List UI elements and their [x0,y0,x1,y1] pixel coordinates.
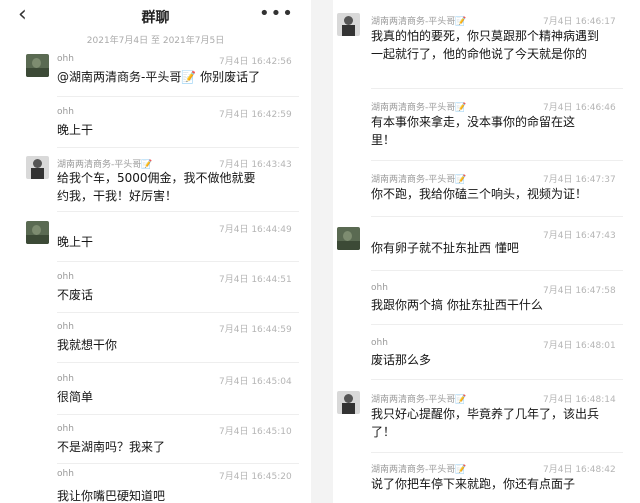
divider [57,96,299,97]
divider [371,270,623,271]
avatar[interactable] [337,13,360,36]
message-text: 你有卵子就不扯东扯西 懂吧 [371,241,519,255]
divider [371,160,623,161]
chat-message: 湖南两清商务-平头哥📝 7月4日 16:46:17 我真的怕的要死，你只莫跟那个… [333,10,633,85]
chat-message: 湖南两清商务-平头哥📝 7月4日 16:46:46 有本事你来拿走，没本事你的命… [333,96,633,156]
message-text: 我只好心提醒你，毕竟养了几年了，该出兵了！ [371,407,600,439]
chat-message: ohh 7月4日 16:48:01 废话那么多 [333,334,633,379]
sender-name: 湖南两清商务-平头哥📝 [371,17,467,27]
divider [57,211,299,212]
chat-message: ohh 7月4日 16:44:59 我就想干你 [0,318,311,363]
chat-message: ohh 7月4日 16:42:59 晚上干 [0,103,311,148]
avatar[interactable] [26,54,49,77]
divider [57,147,299,148]
timestamp: 7月4日 16:44:59 [219,325,292,335]
chat-header: ‹ 群聊 ••• [0,0,311,30]
divider [57,463,299,464]
sender-name: ohh [57,54,74,64]
divider [371,324,623,325]
avatar[interactable] [337,227,360,250]
message-text: 晚上干 [57,235,94,249]
sender-name: ohh [57,272,74,282]
timestamp: 7月4日 16:44:51 [219,275,292,285]
sender-name: 湖南两清商务-平头哥📝 [371,465,467,475]
message-text: 说了你把车停下来就跑，你还有点面子 [371,477,576,491]
chat-message: ohh 7月4日 16:44:51 不废话 [0,268,311,313]
divider [371,216,623,217]
date-range: 2021年7月4日 至 2021年7月5日 [86,36,225,46]
divider [371,88,623,89]
sender-name: ohh [371,283,388,293]
divider [57,312,299,313]
divider [371,452,623,453]
timestamp: 7月4日 16:46:46 [543,103,616,113]
sender-name: ohh [371,338,388,348]
message-text: 你不跑，我给你磕三个响头，视频为证！ [371,187,588,201]
divider [57,414,299,415]
chat-message: ohh 7月4日 16:45:20 我让你嘴巴硬知道吧 [0,469,311,503]
chat-message: 7月4日 16:44:49 晚上干 [0,218,311,263]
message-text: 我跟你两个搞 你扯东扯西干什么 [371,298,543,312]
chat-message: ohh 7月4日 16:45:04 很简单 [0,370,311,415]
divider [57,362,299,363]
timestamp: 7月4日 16:46:17 [543,17,616,27]
chat-message: ohh 7月4日 16:45:10 不是湖南吗？我来了 [0,420,311,465]
timestamp: 7月4日 16:47:37 [543,175,616,185]
screenshot-gap [311,0,333,503]
message-text: 我让你嘴巴硬知道吧 [57,489,166,503]
sender-name: ohh [57,424,74,434]
sender-name: ohh [57,374,74,384]
sender-name: 湖南两清商务-平头哥📝 [371,103,467,113]
message-text: 不废话 [57,288,94,302]
chat-message: ohh 7月4日 16:47:58 我跟你两个搞 你扯东扯西干什么 [333,279,633,324]
sender-name: ohh [57,107,74,117]
divider [57,261,299,262]
message-text: 我真的怕的要死，你只莫跟那个精神病遇到一起就行了，他的命他说了今天就是你的 [371,29,600,61]
message-text: 晚上干 [57,123,94,137]
message-text: 给我个车，5000佣金，我不做他就要约我，干我！好厉害！ [57,171,256,203]
message-text: 我就想干你 [57,338,118,352]
divider [371,379,623,380]
avatar[interactable] [26,221,49,244]
timestamp: 7月4日 16:42:59 [219,110,292,120]
timestamp: 7月4日 16:45:04 [219,377,292,387]
timestamp: 7月4日 16:48:14 [543,395,616,405]
chat-screenshot-right: 湖南两清商务-平头哥📝 7月4日 16:46:17 我真的怕的要死，你只莫跟那个… [333,0,633,503]
chat-message: ohh 7月4日 16:42:56 @湖南两清商务-平头哥📝 你别废话了 [0,50,311,106]
chat-message: 湖南两清商务-平头哥📝 7月4日 16:48:42 说了你把车停下来就跑，你还有… [333,458,633,503]
sender-name: 湖南两清商务-平头哥📝 [371,175,467,185]
chat-screenshot-left: ‹ 群聊 ••• 2021年7月4日 至 2021年7月5日 ohh 7月4日 … [0,0,311,503]
timestamp: 7月4日 16:48:01 [543,341,616,351]
message-text: 不是湖南吗？我来了 [57,440,166,454]
message-text: 很简单 [57,390,94,404]
timestamp: 7月4日 16:42:56 [219,57,292,67]
sender-name: 湖南两清商务-平头哥📝 [371,395,467,405]
avatar[interactable] [26,156,49,179]
chat-message: 湖南两清商务-平头哥📝 7月4日 16:43:43 给我个车，5000佣金，我不… [0,153,311,211]
timestamp: 7月4日 16:47:58 [543,286,616,296]
timestamp: 7月4日 16:45:10 [219,427,292,437]
chat-message: 湖南两清商务-平头哥📝 7月4日 16:48:14 我只好心提醒你，毕竟养了几年… [333,388,633,448]
message-text: 有本事你来拿走，没本事你的命留在这里！ [371,115,576,147]
more-dots-icon[interactable]: ••• [259,2,294,26]
chat-message: 7月4日 16:47:43 你有卵子就不扯东扯西 懂吧 [333,224,633,269]
message-text: @湖南两清商务-平头哥📝 你别废话了 [57,70,261,84]
timestamp: 7月4日 16:45:20 [219,472,292,482]
sender-name: ohh [57,469,74,479]
sender-name: ohh [57,322,74,332]
avatar[interactable] [337,391,360,414]
chat-message: 湖南两清商务-平头哥📝 7月4日 16:47:37 你不跑，我给你磕三个响头，视… [333,168,633,218]
message-text: 废话那么多 [371,353,432,367]
timestamp: 7月4日 16:48:42 [543,465,616,475]
